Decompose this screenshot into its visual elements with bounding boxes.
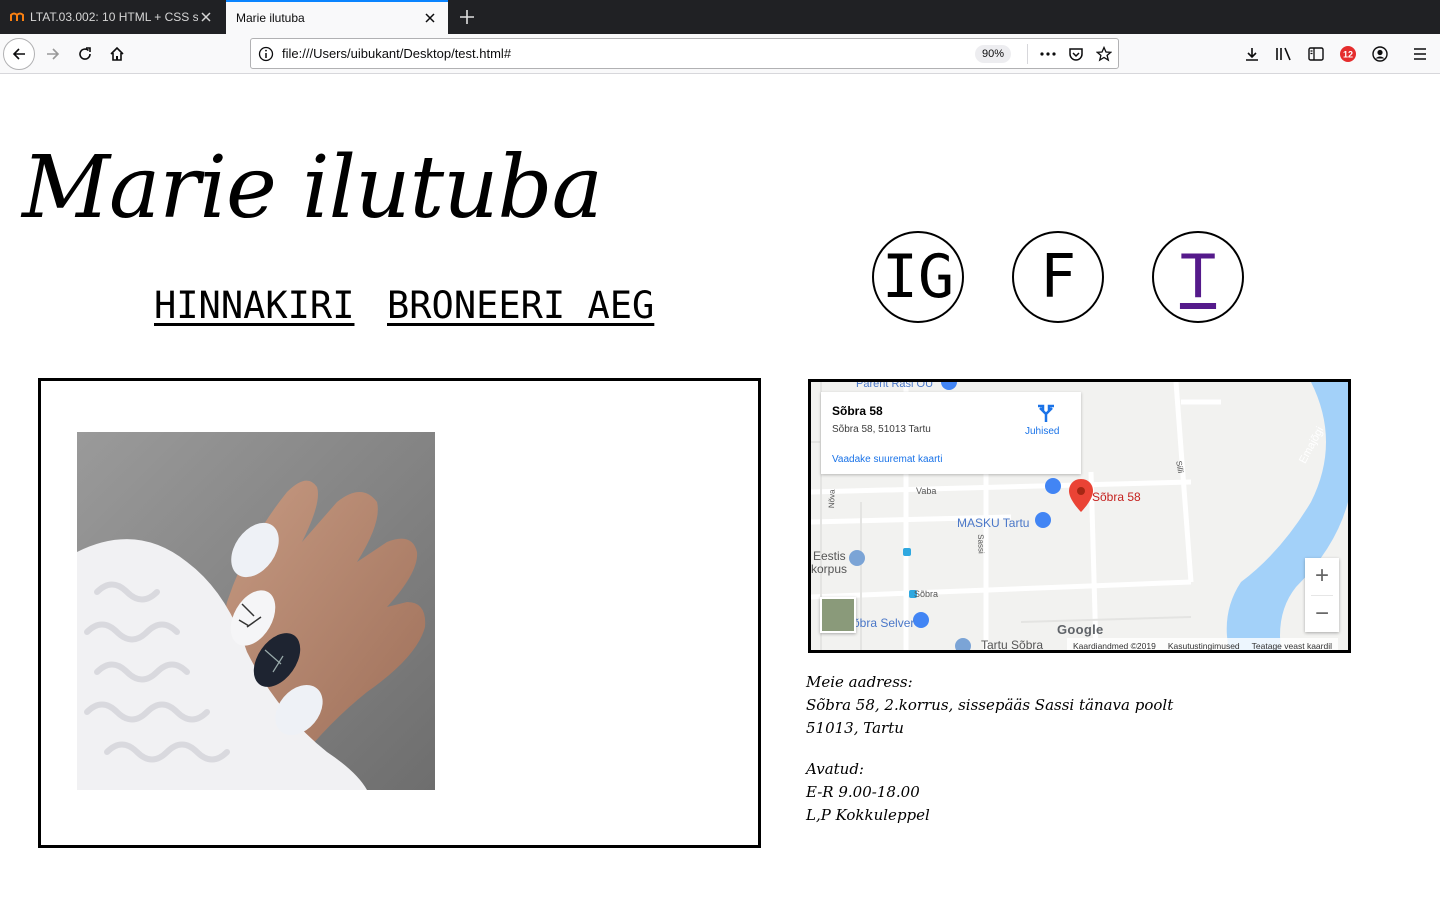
directions-link[interactable]: Juhised [1025,426,1059,437]
star-icon[interactable] [1093,44,1115,64]
hours-heading: Avatud: [806,760,864,778]
reload-button[interactable] [69,38,101,70]
address-line: 51013, Tartu [806,719,904,737]
tab-bar: LTAT.03.002: 10 HTML + CSS si Marie ilut… [0,0,1440,34]
place-card: Sõbra 58 Sõbra 58, 51013 Tartu Vaadake s… [821,392,1081,474]
terms-link[interactable]: Kasutustingimused [1162,641,1246,651]
address-line: Sõbra 58, 2.korrus, sissepääs Sassi täna… [806,696,1174,714]
map-label: Eestis [813,549,846,563]
map-label: Tartu Sõbra [981,638,1044,652]
menu-button[interactable] [1404,38,1436,70]
forward-button[interactable] [37,38,69,70]
hours-line: E-R 9.00-18.00 [806,783,920,801]
home-icon [110,46,124,61]
google-logo: Google [1057,622,1104,637]
map-label: Sõbra [914,589,939,599]
map-label: Nõva [827,489,837,509]
map-label: korpus [811,562,848,576]
google-map[interactable]: Parent Rasi OÜ Vaba MASKU Tartu Eestis k… [808,379,1351,653]
address-block: Meie aadress: Sõbra 58, 2.korrus, sissep… [806,671,1173,740]
extension-button[interactable]: 12 [1332,38,1364,70]
facebook-link[interactable]: F [1012,231,1104,323]
pocket-icon[interactable] [1065,44,1087,64]
map-zoom-control: + − [1305,558,1339,632]
map-label: MASKU Tartu [957,516,1030,530]
url-bar[interactable]: file:///Users/uibukant/Desktop/test.html… [250,38,1119,69]
svg-text:12: 12 [1343,50,1353,60]
url-text[interactable]: file:///Users/uibukant/Desktop/test.html… [282,46,511,61]
zoom-level-badge[interactable]: 90% [975,45,1012,63]
address-heading: Meie aadress: [806,673,913,691]
map-footer: Kaardiandmed ©2019 Kasutustingimused Tea… [1067,638,1338,651]
tab-marie-ilutuba[interactable]: Marie ilutuba [226,0,448,34]
new-tab-button[interactable] [454,4,480,30]
more-icon[interactable] [1037,44,1059,64]
nails-photo [77,432,435,790]
back-button[interactable] [3,38,35,70]
tab-title: LTAT.03.002: 10 HTML + CSS si [30,10,198,24]
info-icon[interactable] [257,45,275,63]
menu-icon [1414,48,1426,60]
instagram-link[interactable]: IG [872,231,964,323]
report-error-link[interactable]: Teatage veast kaardil [1246,641,1338,651]
reload-icon [79,47,91,60]
close-icon[interactable] [198,9,214,25]
place-name: Sõbra 58 [832,404,883,418]
hours-line: L,P Kokkuleppel [806,806,930,824]
back-icon [12,48,25,60]
larger-map-link[interactable]: Vaadake suuremat kaarti [832,454,942,465]
directions-icon[interactable] [1035,402,1057,424]
hinnakiri-link[interactable]: HINNAKIRI [154,284,354,327]
close-icon[interactable] [422,10,438,26]
home-button[interactable] [101,38,133,70]
forward-icon [47,48,60,60]
place-address: Sõbra 58, 51013 Tartu [832,424,931,435]
navigation-toolbar: file:///Users/uibukant/Desktop/test.html… [0,34,1440,74]
download-icon [1246,48,1258,61]
gallery-frame [38,378,761,848]
map-label: Vaba [916,486,937,496]
sidebar-button[interactable] [1300,38,1332,70]
divider [1027,44,1028,64]
hours-block: Avatud: E-R 9.00-18.00 L,P Kokkuleppel [806,758,930,827]
zoom-out-button[interactable]: − [1305,596,1339,632]
marker-label: Sõbra 58 [1092,490,1141,504]
zoom-in-button[interactable]: + [1305,558,1339,594]
library-icon [1276,47,1291,61]
map-label: Silli [1174,460,1186,474]
download-button[interactable] [1236,38,1268,70]
tab-ltat[interactable]: LTAT.03.002: 10 HTML + CSS si [0,0,224,34]
library-button[interactable] [1268,38,1300,70]
plus-icon [460,10,474,24]
broneeri-aeg-link[interactable]: BRONEERI AEG [387,284,654,327]
twitter-link[interactable]: T [1152,231,1244,323]
sidebar-icon [1308,47,1324,61]
tab-title: Marie ilutuba [236,11,305,25]
account-button[interactable] [1364,38,1396,70]
map-data-credit: Kaardiandmed ©2019 [1073,640,1156,651]
page-title: Marie ilutuba [22,138,603,238]
map-label: Sassi [976,534,986,554]
account-icon [1372,46,1388,62]
moodle-favicon-icon [10,10,24,24]
map-label: Parent Rasi OÜ [856,379,934,390]
extension-icon: 12 [1340,46,1356,62]
satellite-view-thumbnail[interactable] [820,597,856,633]
